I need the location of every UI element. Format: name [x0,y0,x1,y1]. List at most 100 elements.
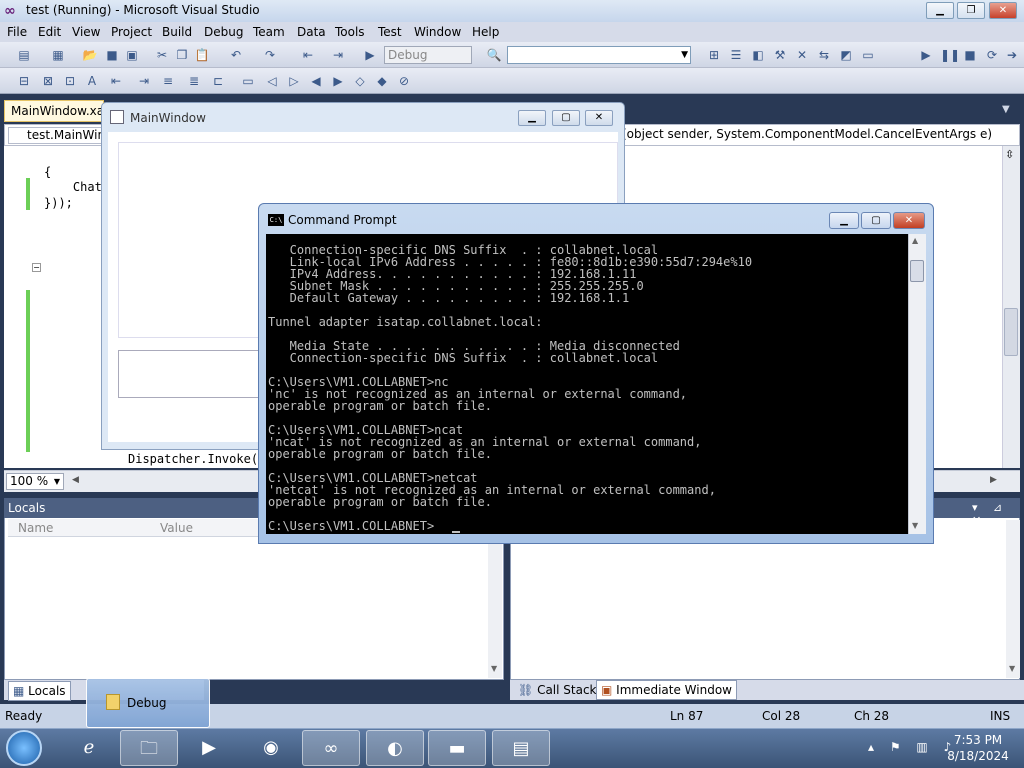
menu-view[interactable]: View [72,25,100,39]
navigate-forward-icon[interactable]: ⇥ [330,47,346,63]
mainwindow-minimize-button[interactable]: ▁ [518,110,546,126]
media-player-icon[interactable]: ▶ [180,730,238,766]
find-in-files-icon[interactable]: 🔍 [486,47,502,63]
cmd-scroll-thumb[interactable] [910,260,924,282]
toolbox-icon[interactable]: ⚒ [772,47,788,63]
new-project-icon[interactable]: ▤ [16,47,32,63]
previous-bookmark-folder-icon[interactable]: ◀ [308,73,324,89]
menu-help[interactable]: Help [472,25,499,39]
solution-explorer-icon[interactable]: ⊞ [706,47,722,63]
next-bookmark-folder-icon[interactable]: ▶ [330,73,346,89]
previous-bookmark-icon[interactable]: ◁ [264,73,280,89]
menu-test[interactable]: Test [378,25,402,39]
code-line[interactable]: })); [44,196,73,210]
vs-restore-button[interactable]: ❐ [957,2,985,19]
undo-icon[interactable]: ↶ [228,47,244,63]
mainwindow-close-button[interactable]: ✕ [585,110,613,126]
properties-icon[interactable]: ☰ [728,47,744,63]
code-line[interactable]: Dispatcher.Invoke(n [128,452,265,466]
code-line[interactable]: { [44,165,51,179]
column-value[interactable]: Value [160,521,193,535]
clear-bookmarks-icon[interactable]: ⊘ [396,73,412,89]
display-object-member-list-icon[interactable]: ⊟ [16,73,32,89]
menu-project[interactable]: Project [111,25,152,39]
zoom-combo[interactable]: 100 % ▼ [6,473,64,490]
visual-studio-icon[interactable]: ∞ [302,730,360,766]
quick-info-icon[interactable]: ⊡ [62,73,78,89]
open-file-icon[interactable]: 📂 [82,47,98,63]
vs-minimize-button[interactable]: ▁ [926,2,954,19]
internet-explorer-icon[interactable]: ℯ [60,730,118,766]
console-output[interactable]: Connection-specific DNS Suffix . : colla… [266,234,908,534]
tab-immediate-window[interactable]: ▣ Immediate Window [596,680,737,700]
menu-edit[interactable]: Edit [38,25,61,39]
redo-icon[interactable]: ↷ [262,47,278,63]
scroll-up-icon[interactable]: ▲ [912,236,918,245]
tray-clock-time[interactable]: 7:53 PM [938,733,1018,747]
start-button[interactable] [6,730,42,766]
active-files-dropdown-icon[interactable]: ▼ [1002,104,1016,116]
navigate-backward-icon[interactable]: ⇤ [300,47,316,63]
scroll-right-icon[interactable]: ▶ [990,475,997,485]
parameter-info-icon[interactable]: ⊠ [40,73,56,89]
solution-configuration-combo[interactable]: Debug [384,46,472,64]
tray-clock-date[interactable]: 8/18/2024 [938,749,1018,763]
scroll-down-icon[interactable]: ▼ [491,664,497,673]
complete-word-icon[interactable]: A [84,73,100,89]
toggle-bookmark-icon[interactable]: ▭ [240,73,256,89]
code-line[interactable]: Chat [44,180,102,194]
chat-app-icon[interactable]: ◐ [366,730,424,766]
paste-icon[interactable]: 📋 [194,47,210,63]
object-browser-icon[interactable]: ◧ [750,47,766,63]
menu-debug[interactable]: Debug [204,25,243,39]
find-combo[interactable]: ▼ [507,46,691,64]
scroll-down-icon[interactable]: ▼ [1009,664,1015,673]
previous-bookmark-doc-icon[interactable]: ◇ [352,73,368,89]
column-name[interactable]: Name [18,521,53,535]
increase-indent-icon[interactable]: ⇥ [136,73,152,89]
cmd-maximize-button[interactable]: ▢ [861,212,891,229]
cut-icon[interactable]: ✂ [154,47,170,63]
bookmark-icon[interactable]: ⊏ [210,73,226,89]
locals-vertical-scrollbar[interactable] [488,538,502,678]
menu-data[interactable]: Data [297,25,326,39]
editor-vertical-scrollbar[interactable] [1002,146,1020,468]
start-debugging-icon[interactable]: ▶ [362,47,378,63]
editor-scroll-thumb[interactable] [1004,308,1018,356]
show-next-statement-icon[interactable]: ➔ [1004,47,1020,63]
add-item-icon[interactable]: ▦ [50,47,66,63]
tab-mainwindow-xaml-cs[interactable]: MainWindow.xaml.cs [4,100,104,122]
menu-build[interactable]: Build [162,25,192,39]
save-all-icon[interactable]: ▣ [124,47,140,63]
copy-icon[interactable]: ❐ [174,47,190,63]
continue-icon[interactable]: ▶ [918,47,934,63]
save-icon[interactable]: ■ [104,47,120,63]
scroll-left-icon[interactable]: ◀ [72,475,79,485]
collapse-region-icon[interactable]: − [32,263,41,272]
mainwindow-maximize-button[interactable]: ▢ [552,110,580,126]
scroll-down-icon[interactable]: ▼ [912,521,918,530]
output-window-icon[interactable]: ▭ [860,47,876,63]
running-app-icon[interactable]: ▤ [492,730,550,766]
split-window-icon[interactable]: ⇳ [1005,148,1014,161]
menu-tools[interactable]: Tools [335,25,365,39]
next-bookmark-doc-icon[interactable]: ◆ [374,73,390,89]
extension-manager-icon[interactable]: ◩ [838,47,854,63]
members-combo[interactable]: (object sender, System.ComponentModel.Ca… [622,127,1016,144]
next-bookmark-icon[interactable]: ▷ [286,73,302,89]
decrease-indent-icon[interactable]: ⇤ [108,73,124,89]
stop-debugging-icon[interactable]: ■ [962,47,978,63]
tab-locals[interactable]: ▦ Locals [8,681,71,701]
vs-close-button[interactable]: ✕ [989,2,1017,19]
windows-explorer-icon[interactable]: 🗀 [120,730,178,766]
tab-call-stack[interactable]: ⛓ Call Stack [516,681,599,699]
menu-window[interactable]: Window [414,25,461,39]
comment-icon[interactable]: ≡ [160,73,176,89]
firefox-icon[interactable]: ◉ [242,730,300,766]
menu-file[interactable]: File [7,25,27,39]
break-all-icon[interactable]: ❚❚ [940,47,960,63]
cmd-close-button[interactable]: ✕ [893,212,925,229]
immediate-vertical-scrollbar[interactable] [1006,520,1020,678]
menu-team[interactable]: Team [253,25,285,39]
tools-icon[interactable]: ✕ [794,47,810,63]
